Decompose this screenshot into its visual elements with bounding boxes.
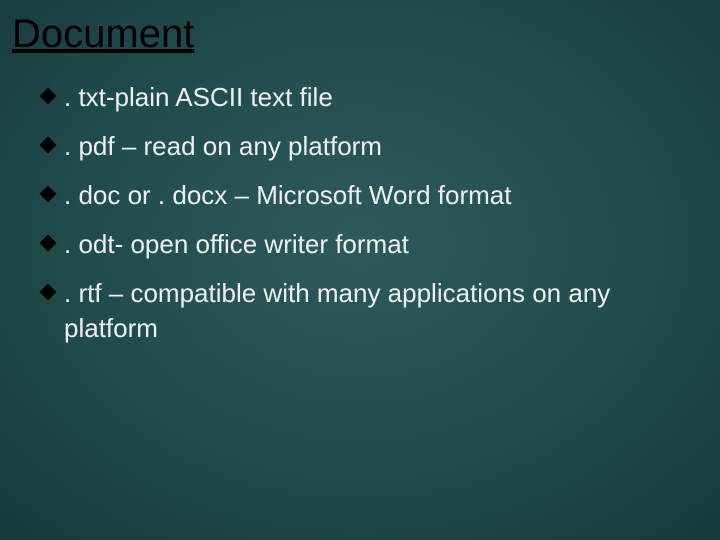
bullet-diamond-icon xyxy=(40,137,57,154)
list-item-text: . odt- open office writer format xyxy=(64,227,409,262)
bullet-diamond-icon xyxy=(40,88,57,105)
bullet-list: . txt-plain ASCII text file . pdf – read… xyxy=(42,80,660,361)
list-item-text: . pdf – read on any platform xyxy=(64,129,382,164)
bullet-diamond-icon xyxy=(40,284,57,301)
list-item-text: . txt-plain ASCII text file xyxy=(64,80,333,115)
list-item: . odt- open office writer format xyxy=(42,227,660,262)
list-item: . rtf – compatible with many application… xyxy=(42,276,660,346)
list-item-text: . doc or . docx – Microsoft Word format xyxy=(64,178,511,213)
list-item: . doc or . docx – Microsoft Word format xyxy=(42,178,660,213)
bullet-diamond-icon xyxy=(40,186,57,203)
list-item: . pdf – read on any platform xyxy=(42,129,660,164)
list-item-text: . rtf – compatible with many application… xyxy=(64,276,660,346)
bullet-diamond-icon xyxy=(40,235,57,252)
slide-title: Document xyxy=(12,12,194,57)
list-item: . txt-plain ASCII text file xyxy=(42,80,660,115)
